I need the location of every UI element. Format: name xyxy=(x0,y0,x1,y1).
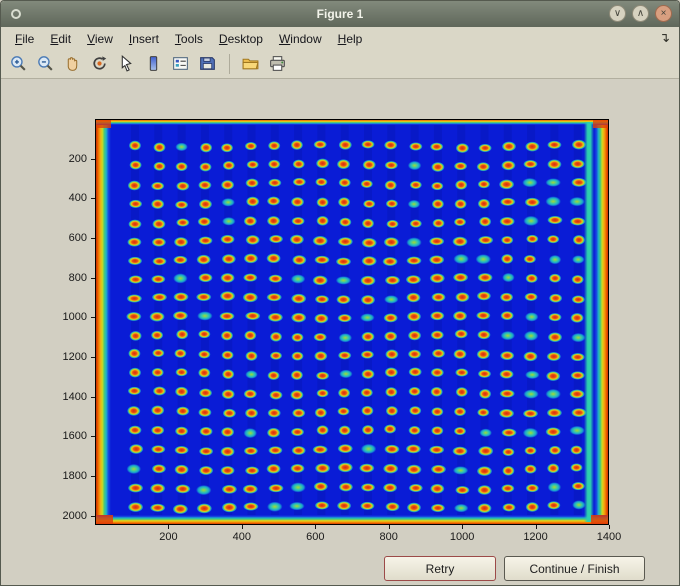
y-tick-label: 1400 xyxy=(62,390,87,403)
menu-edit[interactable]: Edit xyxy=(42,29,79,48)
x-tick-mark xyxy=(168,525,170,529)
y-tick-mark xyxy=(91,357,95,359)
menu-tools[interactable]: Tools xyxy=(167,29,211,48)
y-tick-label: 200 xyxy=(68,152,87,165)
save-icon[interactable] xyxy=(196,52,220,76)
menu-file[interactable]: File xyxy=(7,29,42,48)
print-icon[interactable] xyxy=(266,52,290,76)
dock-arrow-icon[interactable]: ↴ xyxy=(659,30,670,46)
menubar-items: File Edit View Insert Tools Desktop Window Help xyxy=(1,27,679,49)
retry-button[interactable]: Retry xyxy=(384,556,496,581)
menu-window[interactable]: Window xyxy=(271,29,330,48)
menu-help[interactable]: Help xyxy=(330,29,371,48)
menubar: File Edit View Insert Tools Desktop Window Help… xyxy=(1,27,679,49)
close-button[interactable]: × xyxy=(655,5,672,22)
minimize-button[interactable]: ∨ xyxy=(609,5,626,22)
y-tick-label: 400 xyxy=(68,192,87,205)
open-folder-icon[interactable] xyxy=(239,52,263,76)
maximize-button[interactable]: ∧ xyxy=(632,5,649,22)
data-cursor-icon[interactable] xyxy=(115,52,139,76)
x-tick-label: 200 xyxy=(159,531,178,543)
menu-insert[interactable]: Insert xyxy=(121,29,167,48)
rotate-3d-icon[interactable] xyxy=(88,52,112,76)
pan-hand-icon[interactable] xyxy=(61,52,85,76)
x-tick-mark xyxy=(241,525,243,529)
zoom-in-icon[interactable] xyxy=(7,52,31,76)
x-tick-label: 800 xyxy=(379,531,398,543)
toolbar xyxy=(1,49,679,79)
y-tick-mark xyxy=(91,158,95,160)
x-tick-label: 1200 xyxy=(523,531,548,543)
x-tick-mark xyxy=(462,525,464,529)
figure-window: Figure 1 ∨ ∧ × File Edit View Insert Tools De… xyxy=(0,0,680,586)
y-tick-label: 1200 xyxy=(62,351,87,364)
y-tick-label: 800 xyxy=(68,271,87,284)
y-tick-mark xyxy=(91,396,95,398)
x-tick-mark xyxy=(388,525,390,529)
y-tick-mark xyxy=(91,277,95,279)
x-tick-label: 1400 xyxy=(596,531,622,543)
titlebar[interactable]: Figure 1 ∨ ∧ × xyxy=(1,1,679,27)
x-tick-label: 1000 xyxy=(449,531,475,543)
x-tick-label: 600 xyxy=(306,531,325,543)
colorbar-icon[interactable] xyxy=(142,52,166,76)
y-tick-label: 1000 xyxy=(62,311,87,324)
menu-desktop[interactable]: Desktop xyxy=(211,29,271,48)
x-tick-mark xyxy=(315,525,317,529)
window-controls: ∨ ∧ × xyxy=(609,5,672,22)
y-tick-mark xyxy=(91,476,95,478)
y-tick-label: 600 xyxy=(68,232,87,245)
menu-view[interactable]: View xyxy=(79,29,121,48)
y-tick-mark xyxy=(91,198,95,200)
y-tick-mark xyxy=(91,317,95,319)
y-tick-mark xyxy=(91,436,95,438)
x-tick-label: 400 xyxy=(232,531,252,543)
x-tick-mark xyxy=(535,525,537,529)
y-tick-mark xyxy=(91,238,95,240)
window-title: Figure 1 xyxy=(316,7,364,21)
x-tick-mark xyxy=(609,525,610,529)
legend-icon[interactable] xyxy=(169,52,193,76)
plot-axes xyxy=(95,119,609,525)
continue-finish-button[interactable]: Continue / Finish xyxy=(504,556,645,581)
y-tick-mark xyxy=(91,515,95,517)
toolbar-separator xyxy=(229,53,230,74)
zoom-out-icon[interactable] xyxy=(34,52,58,76)
y-tick-label: 1800 xyxy=(62,470,87,483)
y-tick-label: 2000 xyxy=(62,509,87,522)
y-tick-label: 1600 xyxy=(62,430,87,443)
